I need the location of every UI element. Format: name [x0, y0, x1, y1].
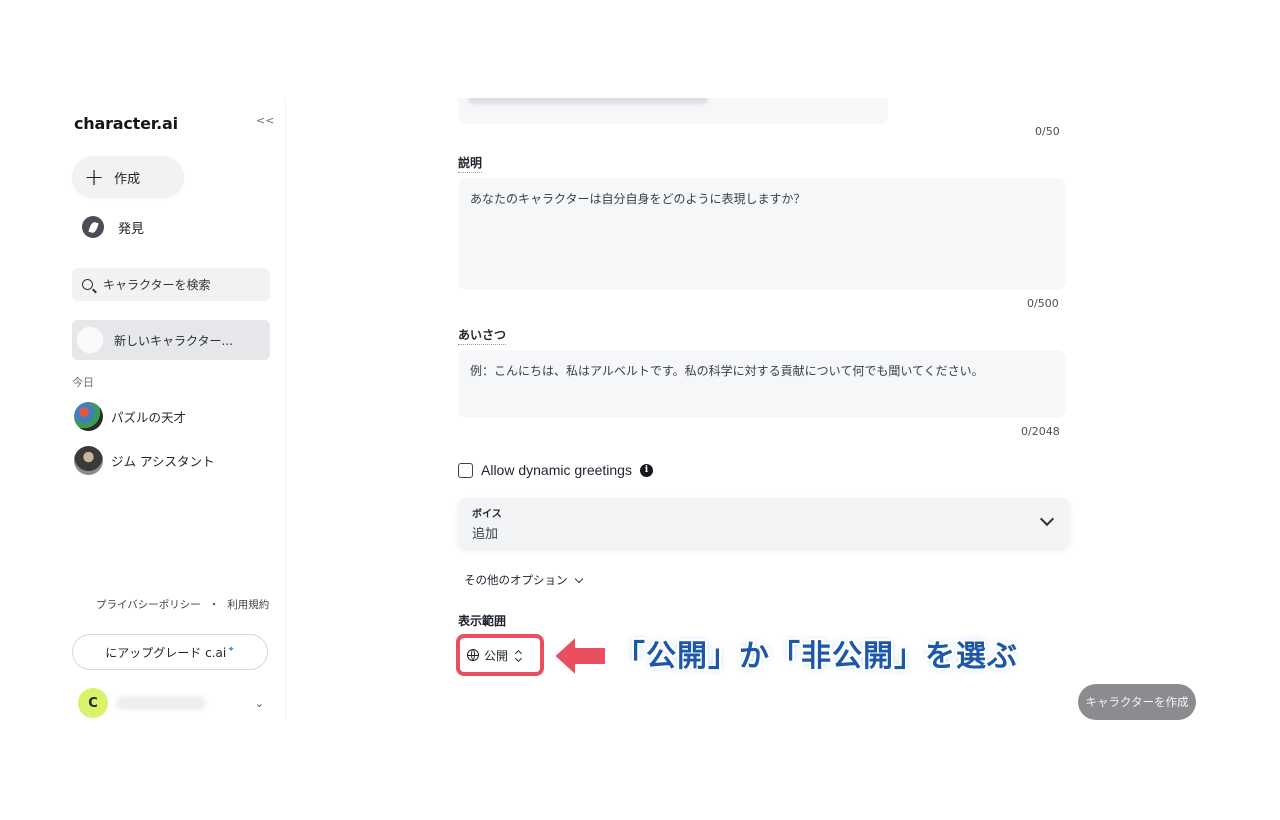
description-placeholder: あなたのキャラクターは自分自身をどのように表現しますか？	[470, 192, 806, 206]
annotation-callout: 「公開」か「非公開」を選ぶ	[615, 639, 1018, 674]
sidebar-item-new-character[interactable]: 新しいキャラクター...	[72, 320, 270, 360]
terms-link[interactable]: 利用規約	[227, 597, 269, 612]
visibility-select[interactable]: 公開	[456, 634, 544, 676]
plus-icon: +	[84, 163, 105, 191]
character-form: 0/50 説明 あなたのキャラクターは自分自身をどのように表現しますか？ 0/5…	[286, 98, 1210, 720]
tagline-input[interactable]	[458, 98, 888, 124]
chevron-down-icon: ⌄	[254, 696, 264, 710]
chevron-down-icon	[1039, 511, 1055, 527]
annotation-arrow-icon	[553, 635, 607, 677]
sidebar: character.ai << + 作成 発見 キャラクターを検索 新しいキャラ…	[60, 98, 286, 720]
collapse-sidebar-button[interactable]: <<	[256, 114, 274, 127]
app-window: character.ai << + 作成 発見 キャラクターを検索 新しいキャラ…	[60, 98, 1210, 720]
more-options-toggle[interactable]: その他のオプション	[464, 572, 583, 588]
chevron-down-icon	[574, 574, 583, 583]
dynamic-greetings-checkbox[interactable]	[458, 462, 473, 478]
create-button-label: 作成	[114, 171, 141, 187]
info-icon[interactable]: i	[639, 463, 653, 477]
new-character-label: 新しいキャラクター...	[114, 333, 233, 348]
greeting-counter: 0/2048	[1021, 425, 1060, 438]
tagline-placeholder-blurred	[468, 98, 708, 104]
visibility-label: 表示範囲	[458, 614, 507, 628]
description-textarea[interactable]: あなたのキャラクターは自分自身をどのように表現しますか？	[458, 178, 1066, 290]
description-counter: 0/500	[1027, 297, 1059, 310]
user-menu[interactable]: C ⌄	[78, 688, 264, 718]
chat-item-label: ジム アシスタント	[111, 454, 215, 469]
sparkle-icon: ✦	[227, 645, 235, 655]
search-input[interactable]: キャラクターを検索	[72, 268, 270, 301]
app-logo[interactable]: character.ai	[74, 114, 178, 133]
visibility-value: 公開	[484, 648, 509, 663]
up-down-chevron-icon	[514, 649, 523, 663]
globe-icon	[467, 649, 479, 661]
chat-item-label: パズルの天才	[111, 410, 187, 425]
voice-select[interactable]: ボイス 追加	[458, 498, 1070, 548]
greeting-textarea[interactable]: 例：こんにちは、私はアルベルトです。私の科学に対する貢献について何でも聞いてくだ…	[458, 350, 1066, 418]
gym-avatar	[74, 446, 103, 475]
upgrade-button[interactable]: にアップグレード c.ai ✦	[72, 634, 268, 670]
create-button[interactable]: + 作成	[72, 156, 184, 198]
username-redacted	[116, 696, 206, 710]
puzzle-avatar	[74, 402, 103, 431]
more-options-label: その他のオプション	[464, 573, 568, 587]
dynamic-greetings-row: Allow dynamic greetings i	[458, 462, 653, 478]
voice-label: ボイス	[472, 509, 502, 520]
search-placeholder: キャラクターを検索	[103, 278, 211, 292]
dynamic-greetings-label: Allow dynamic greetings	[481, 462, 632, 478]
legal-separator: ・	[208, 599, 220, 611]
voice-value: 追加	[472, 527, 499, 542]
description-label: 説明	[458, 154, 483, 173]
greeting-label: あいさつ	[458, 326, 507, 345]
tagline-counter: 0/50	[1035, 125, 1060, 138]
section-heading-today: 今日	[72, 376, 94, 389]
upgrade-label: にアップグレード c.ai	[105, 645, 227, 660]
avatar: C	[78, 688, 108, 718]
discover-label: 発見	[118, 221, 145, 237]
compass-icon	[82, 216, 104, 238]
sidebar-item-discover[interactable]: 発見	[82, 216, 144, 238]
avatar	[76, 326, 104, 354]
chat-item-puzzle[interactable]: パズルの天才	[74, 402, 186, 431]
privacy-policy-link[interactable]: プライバシーポリシー	[96, 597, 201, 612]
greeting-placeholder: 例：こんにちは、私はアルベルトです。私の科学に対する貢献について何でも聞いてくだ…	[470, 364, 984, 378]
create-character-button[interactable]: キャラクターを作成	[1078, 684, 1196, 720]
legal-links: プライバシーポリシー ・ 利用規約	[96, 597, 269, 612]
search-icon	[82, 279, 93, 290]
chat-item-gym[interactable]: ジム アシスタント	[74, 446, 214, 475]
